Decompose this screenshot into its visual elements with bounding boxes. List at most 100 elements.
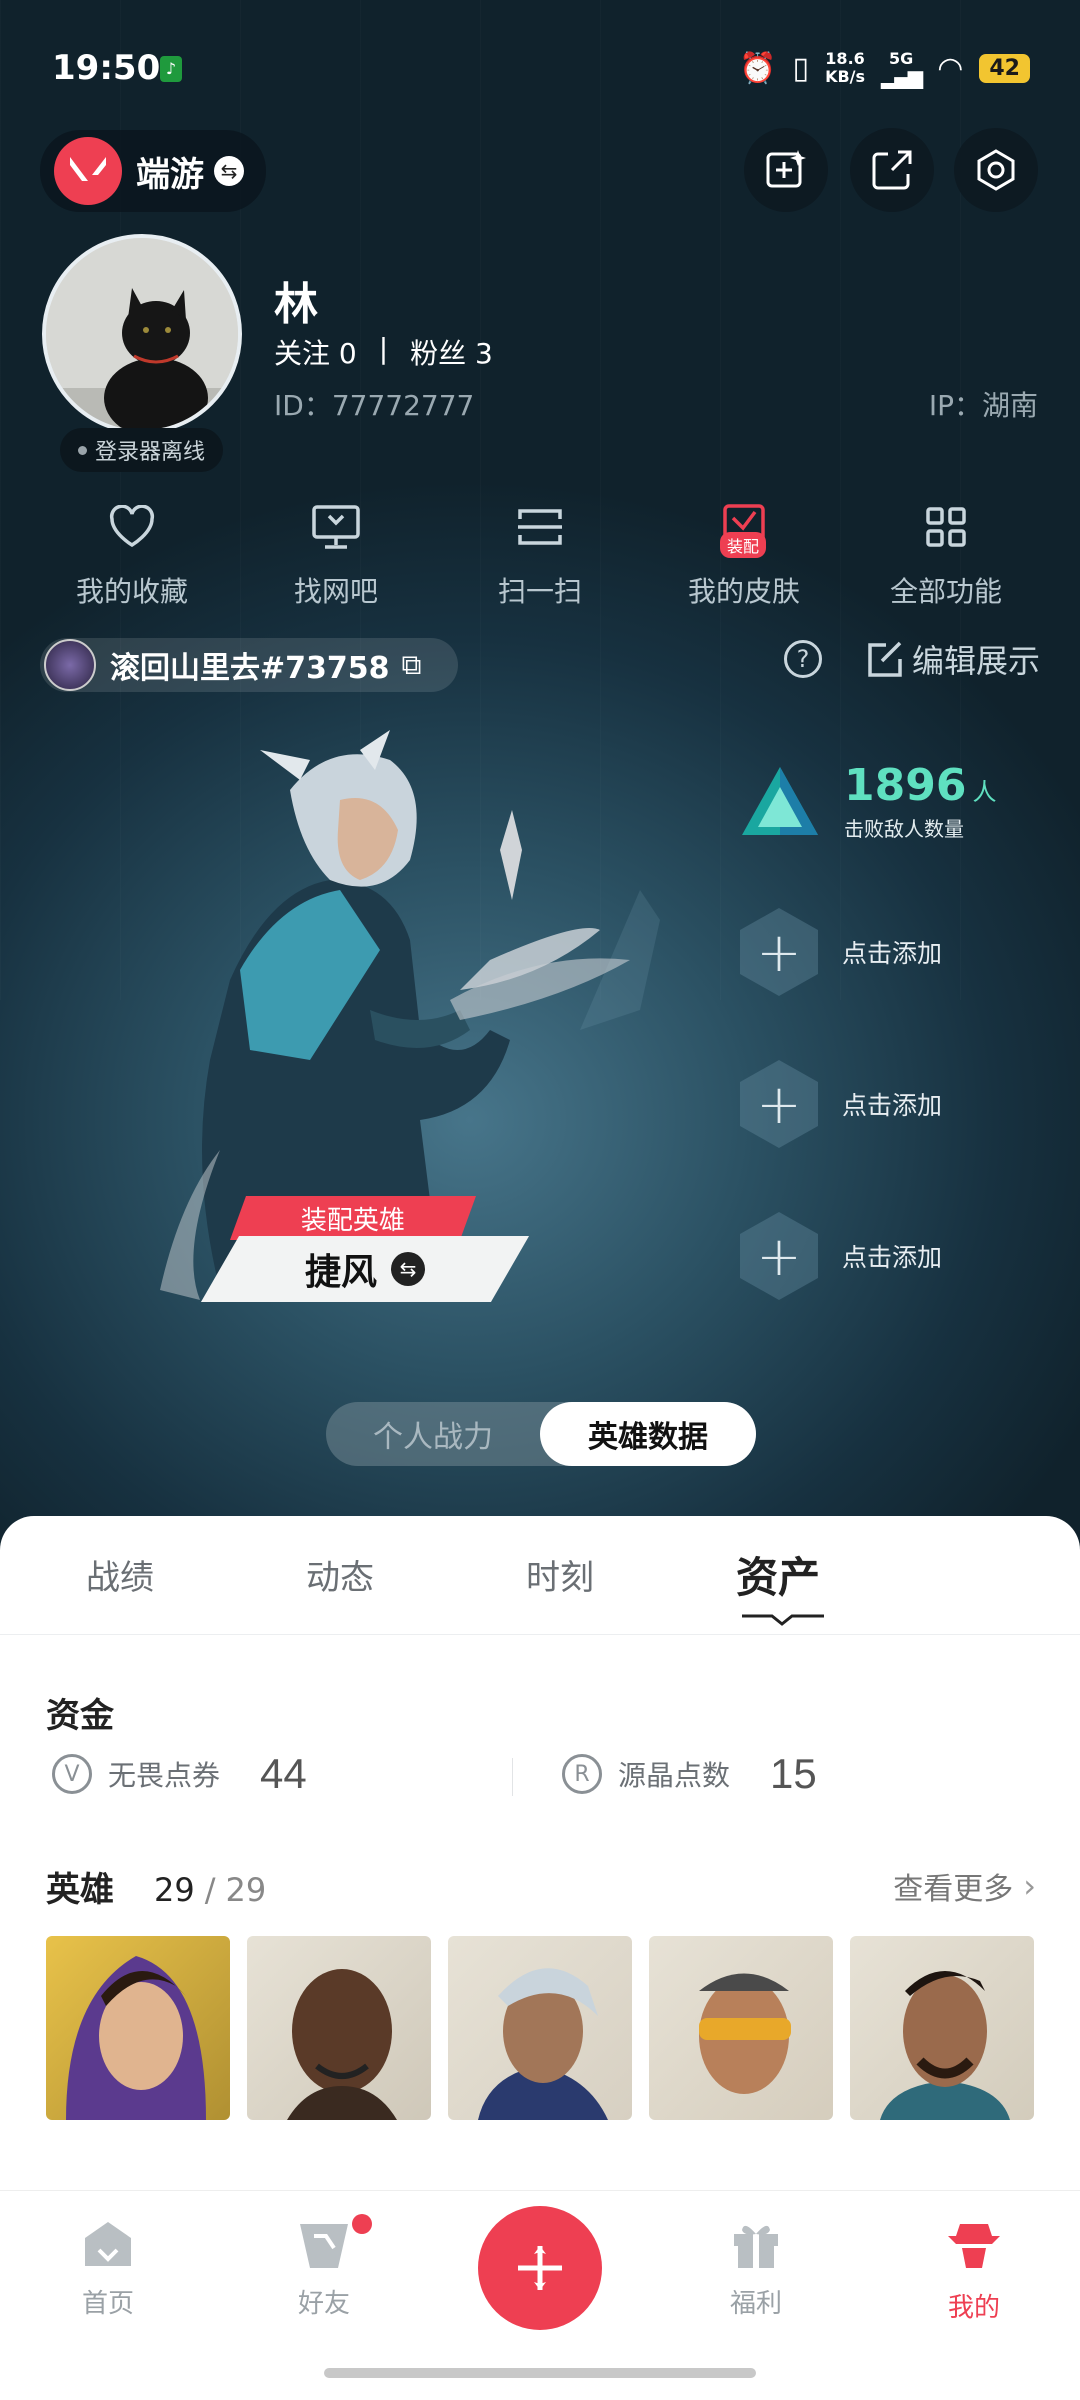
swap-icon: ⇆ [214, 156, 244, 186]
nav-label: 我的 [947, 2293, 1000, 2323]
hero-card[interactable] [46, 1936, 230, 2120]
fans-count[interactable]: 粉丝 3 [410, 332, 493, 372]
hero-card[interactable] [850, 1936, 1034, 2120]
vp-balance[interactable]: V 无畏点券 44 [52, 1750, 307, 1798]
settings-button[interactable] [954, 128, 1038, 212]
agent-name-plate[interactable]: 捷风 ⇆ [200, 1236, 530, 1302]
quick-action-label: 扫一扫 [497, 575, 582, 608]
stat-value: 1896 [844, 760, 967, 811]
stat-enemies-defeated[interactable]: 1896 人 击败敌人数量 [740, 760, 996, 842]
heroes-owned: 29 [154, 1871, 195, 1909]
profile-icon [948, 2224, 1000, 2268]
heroes-total: 29 [225, 1871, 267, 1909]
heroes-title: 英雄 [46, 1870, 114, 1910]
hero-card[interactable] [247, 1936, 431, 2120]
follow-count[interactable]: 关注 0 [274, 332, 357, 372]
vp-icon: V [52, 1754, 92, 1794]
rp-icon: R [562, 1754, 602, 1794]
follow-stats: 关注 0 | 粉丝 3 [274, 332, 493, 372]
vp-label: 无畏点券 [108, 1759, 221, 1792]
equip-badge: 装配 [720, 532, 767, 558]
toggle-agent-data[interactable]: 英雄数据 [540, 1402, 756, 1466]
app-root: 19:50 ♪ ⏰ ▯ 18.6 KB/s 5G ▂▄▆ ◠ 42 端游 ⇆ 登… [0, 0, 1080, 2400]
add-stat-slot-3[interactable]: + 点击添加 [740, 1212, 942, 1300]
quick-action-skins[interactable]: 装配 我的皮肤 [654, 496, 834, 610]
quick-action-label: 我的皮肤 [687, 575, 800, 608]
agent-name: 捷风 [304, 1252, 377, 1293]
heart-icon [109, 505, 155, 548]
tab-assets[interactable]: 资产 [736, 1544, 820, 1605]
tab-activity[interactable]: 动态 [306, 1550, 374, 1599]
agent-portrait [66, 1956, 206, 2120]
quick-action-all[interactable]: 全部功能 [856, 496, 1036, 610]
toggle-personal-power[interactable]: 个人战力 [326, 1402, 540, 1466]
triangle-rank-icon [742, 767, 818, 835]
funds-title: 资金 [46, 1696, 114, 1736]
copy-icon[interactable]: ⧉ [402, 648, 422, 682]
see-more-button[interactable]: 查看更多 › [893, 1864, 1036, 1908]
home-icon [85, 2222, 131, 2266]
scan-icon [518, 509, 562, 545]
user-id: ID：77772777 [274, 389, 475, 422]
online-status-label: 登录器离线 [95, 440, 206, 465]
add-card-button[interactable] [744, 128, 828, 212]
edit-showcase-button[interactable]: 编辑展示 [864, 636, 1040, 682]
rp-balance[interactable]: R 源晶点数 15 [562, 1750, 817, 1798]
tab-moments[interactable]: 时刻 [526, 1550, 594, 1599]
create-post-button[interactable] [478, 2206, 602, 2330]
friends-icon [300, 2224, 348, 2268]
nav-home[interactable]: 首页 [48, 2218, 168, 2320]
nav-friends[interactable]: 好友 [264, 2214, 384, 2320]
add-stat-slot-1[interactable]: + 点击添加 [740, 908, 942, 996]
cat-avatar-image [46, 238, 238, 430]
equip-agent-label: 装配英雄 [229, 1196, 477, 1240]
offline-dot-icon [78, 445, 87, 455]
active-tab-indicator [742, 1614, 824, 1626]
vibrate-icon: ▯ [792, 50, 810, 86]
add-slot-icon: + [740, 908, 818, 996]
share-button[interactable] [850, 128, 934, 212]
valorant-logo-icon [54, 137, 122, 205]
see-more-label: 查看更多 [893, 1872, 1014, 1907]
hero-card[interactable] [649, 1936, 833, 2120]
status-time: 19:50 [52, 48, 161, 88]
chevron-right-icon: › [1023, 1867, 1036, 1905]
agent-portrait [699, 1973, 791, 2094]
add-slot-label: 点击添加 [842, 1243, 943, 1272]
game-account-pill[interactable]: 滚回山里去#73758 ⧉ [40, 638, 458, 692]
hero-card[interactable] [448, 1936, 632, 2120]
add-slot-icon: + [740, 1212, 818, 1300]
nav-profile[interactable]: 我的 [914, 2218, 1034, 2324]
tab-records[interactable]: 战绩 [86, 1550, 154, 1599]
status-bar: 19:50 ♪ ⏰ ▯ 18.6 KB/s 5G ▂▄▆ ◠ 42 [0, 0, 1080, 140]
tabs-divider [0, 1634, 1080, 1635]
quick-action-scan[interactable]: 扫一扫 [450, 496, 630, 610]
gear-icon [977, 149, 1015, 191]
stats-toggle: 个人战力 英雄数据 [326, 1402, 756, 1466]
music-icon: ♪ [160, 56, 182, 82]
grid-icon [926, 507, 966, 547]
stat-unit: 人 [972, 778, 997, 806]
agent-portrait [880, 1971, 1010, 2120]
nav-benefits[interactable]: 福利 [696, 2218, 816, 2320]
brand-label: 端游 [136, 154, 204, 195]
online-status-badge: 登录器离线 [60, 428, 224, 472]
avatar[interactable] [42, 234, 242, 434]
add-slot-label: 点击添加 [842, 939, 943, 968]
quick-action-netcafe[interactable]: 找网吧 [246, 496, 426, 610]
quick-action-label: 我的收藏 [75, 575, 188, 608]
status-icons: ⏰ ▯ 18.6 KB/s 5G ▂▄▆ ◠ 42 [739, 49, 1030, 87]
add-card-icon [766, 150, 806, 188]
share-icon [872, 150, 912, 190]
quick-action-favorites[interactable]: 我的收藏 [42, 496, 222, 610]
quick-action-label: 找网吧 [293, 575, 378, 608]
battery-icon: 42 [979, 53, 1030, 83]
monitor-icon [312, 505, 360, 549]
brand-switch[interactable]: 端游 ⇆ [40, 130, 266, 212]
edit-icon [868, 641, 902, 677]
vp-value: 44 [260, 1750, 307, 1797]
help-icon[interactable]: ? [784, 640, 822, 678]
add-stat-slot-2[interactable]: + 点击添加 [740, 1060, 942, 1148]
home-indicator [324, 2368, 756, 2378]
net-speed: 18.6 KB/s [825, 49, 866, 86]
